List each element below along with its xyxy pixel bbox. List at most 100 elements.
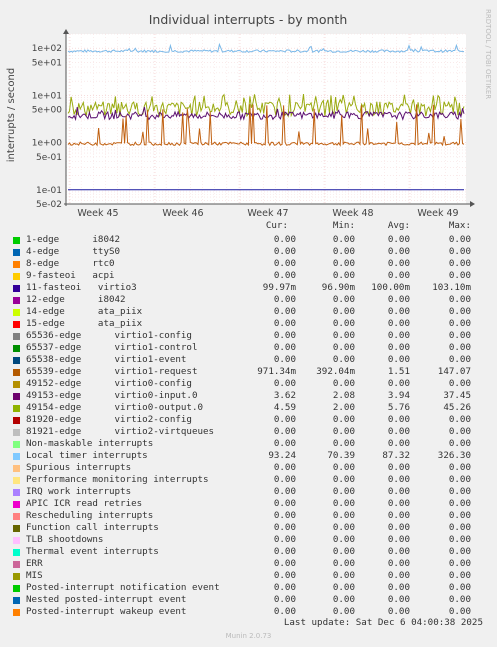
legend-label: 65539-edge virtio1-request	[26, 366, 198, 377]
legend-label: 9-fasteoi acpi	[26, 270, 115, 281]
legend-swatch	[13, 585, 20, 592]
legend-label: 1-edge i8042	[26, 234, 121, 245]
legend-label: Non-maskable interrupts	[26, 438, 154, 449]
legend-label: Nested posted-interrupt event	[26, 594, 187, 605]
y-tick-label: 5e+00	[32, 106, 63, 116]
legend-max: 0.00	[448, 486, 471, 497]
legend-avg: 0.00	[387, 510, 410, 521]
legend-row: 65539-edge virtio1-request 971.34m 392.04m…	[0, 366, 497, 378]
legend-swatch	[13, 597, 20, 604]
legend-swatch	[13, 297, 20, 304]
legend-swatch	[13, 261, 20, 268]
legend-row: 49153-edge virtio0-input.0 3.62 2.08 3.94 37…	[0, 390, 497, 402]
legend-avg: 3.94	[387, 390, 410, 401]
legend-swatch	[13, 525, 20, 532]
legend-row: APIC ICR read retries 0.00 0.00 0.00 0.00	[0, 498, 497, 510]
legend-label: 49154-edge virtio0-output.0	[26, 402, 204, 413]
legend-max: 0.00	[448, 354, 471, 365]
legend-max: 0.00	[448, 426, 471, 437]
legend-swatch	[13, 417, 20, 424]
legend-avg: 0.00	[387, 234, 410, 245]
legend-row: TLB shootdowns 0.00 0.00 0.00 0.00	[0, 534, 497, 546]
legend-max: 45.26	[443, 402, 471, 413]
legend-avg: 100.00m	[371, 282, 410, 293]
legend-swatch	[13, 609, 20, 616]
legend-avg: 0.00	[387, 318, 410, 329]
legend-label: IRQ work interrupts	[26, 486, 132, 497]
y-tick-label: 5e-02	[36, 200, 62, 210]
legend-avg: 0.00	[387, 594, 410, 605]
y-tick-label: 5e-01	[36, 153, 62, 163]
legend-max: 0.00	[448, 582, 471, 593]
legend-row: Performance monitoring interrupts 0.00 0.0…	[0, 474, 497, 486]
legend-max: 0.00	[448, 342, 471, 353]
legend-avg: 0.00	[387, 558, 410, 569]
legend-avg: 87.32	[382, 450, 410, 461]
y-tick-label: 1e-01	[36, 186, 62, 196]
legend-row: 1-edge i8042 0.00 0.00 0.00 0.00	[0, 234, 497, 246]
legend-swatch	[13, 489, 20, 496]
legend-max: 0.00	[448, 378, 471, 389]
legend-label: Performance monitoring interrupts	[26, 474, 209, 485]
legend-avg: 0.00	[387, 582, 410, 593]
legend-label: 4-edge ttyS0	[26, 246, 121, 257]
legend-label: 65538-edge virtio1-event	[26, 354, 187, 365]
x-tick-label: Week 48	[332, 208, 373, 219]
x-tick-label: Week 49	[417, 208, 458, 219]
header-avg: Avg:	[387, 220, 410, 231]
x-ticks: Week 45 Week 46 Week 47 Week 48 Week 49	[77, 208, 458, 219]
legend-row: 9-fasteoi acpi 0.00 0.00 0.00 0.00	[0, 270, 497, 282]
legend-swatch	[13, 501, 20, 508]
legend-label: 81920-edge virtio2-config	[26, 414, 192, 425]
y-tick-label: 5e+01	[32, 58, 62, 68]
legend-swatch	[13, 393, 20, 400]
y-tick-label: 1e+00	[32, 139, 63, 149]
header-max: Max:	[448, 220, 471, 231]
legend-avg: 0.00	[387, 438, 410, 449]
legend-avg: 0.00	[387, 462, 410, 473]
legend-row: Function call interrupts 0.00 0.00 0.00 0.00	[0, 522, 497, 534]
legend-label: MIS	[26, 570, 43, 581]
legend-swatch	[13, 309, 20, 316]
x-tick-label: Week 45	[77, 208, 118, 219]
legend-row: Thermal event interrupts 0.00 0.00 0.00 0.00	[0, 546, 497, 558]
legend-label: 65536-edge virtio1-config	[26, 330, 192, 341]
legend-label: TLB shootdowns	[26, 534, 104, 545]
x-tick-label: Week 46	[162, 208, 203, 219]
legend-row: 14-edge ata_piix 0.00 0.00 0.00 0.00	[0, 306, 497, 318]
legend-label: 14-edge ata_piix	[26, 306, 143, 317]
legend-avg: 0.00	[387, 486, 410, 497]
legend-swatch	[13, 429, 20, 436]
legend-avg: 1.51	[387, 366, 410, 377]
legend-avg: 0.00	[387, 498, 410, 509]
legend-label: 12-edge i8042	[26, 294, 126, 305]
legend-label: 8-edge rtc0	[26, 258, 115, 269]
legend-row: Non-maskable interrupts 0.00 0.00 0.00 0.00	[0, 438, 497, 450]
legend-swatch	[13, 513, 20, 520]
legend-row: Nested posted-interrupt event 0.00 0.00 0.0…	[0, 594, 497, 606]
munin-version: Munin 2.0.73	[225, 632, 272, 640]
legend-avg: 0.00	[387, 378, 410, 389]
legend-label: 81921-edge virtio2-virtqueues	[26, 426, 215, 437]
legend-max: 37.45	[443, 390, 471, 401]
legend-max: 103.10m	[432, 282, 471, 293]
legend-label: 15-edge ata_piix	[26, 318, 143, 329]
legend-avg: 0.00	[387, 426, 410, 437]
legend-swatch	[13, 333, 20, 340]
legend-swatch	[13, 345, 20, 352]
legend-row: 12-edge i8042 0.00 0.00 0.00 0.00	[0, 294, 497, 306]
legend-avg: 0.00	[387, 330, 410, 341]
legend-row: 4-edge ttyS0 0.00 0.00 0.00 0.00	[0, 246, 497, 258]
legend-label: Posted-interrupt notification event	[26, 582, 220, 593]
legend-label: Local timer interrupts	[26, 450, 148, 461]
legend-max: 0.00	[448, 246, 471, 257]
legend-max: 0.00	[448, 234, 471, 245]
legend-label: 11-fasteoi virtio3	[26, 282, 137, 293]
legend-swatch	[13, 549, 20, 556]
legend-row: 15-edge ata_piix 0.00 0.00 0.00 0.00	[0, 318, 497, 330]
legend-swatch	[13, 561, 20, 568]
legend-avg: 0.00	[387, 294, 410, 305]
y-ticks: 1e+02 5e+01 1e+01 5e+00 1e+00 5e-01 1e-01 5e-02	[32, 44, 63, 210]
legend-avg: 0.00	[387, 474, 410, 485]
rrdtool-credit: RRDTOOL / TOBI OETIKER	[484, 9, 492, 99]
